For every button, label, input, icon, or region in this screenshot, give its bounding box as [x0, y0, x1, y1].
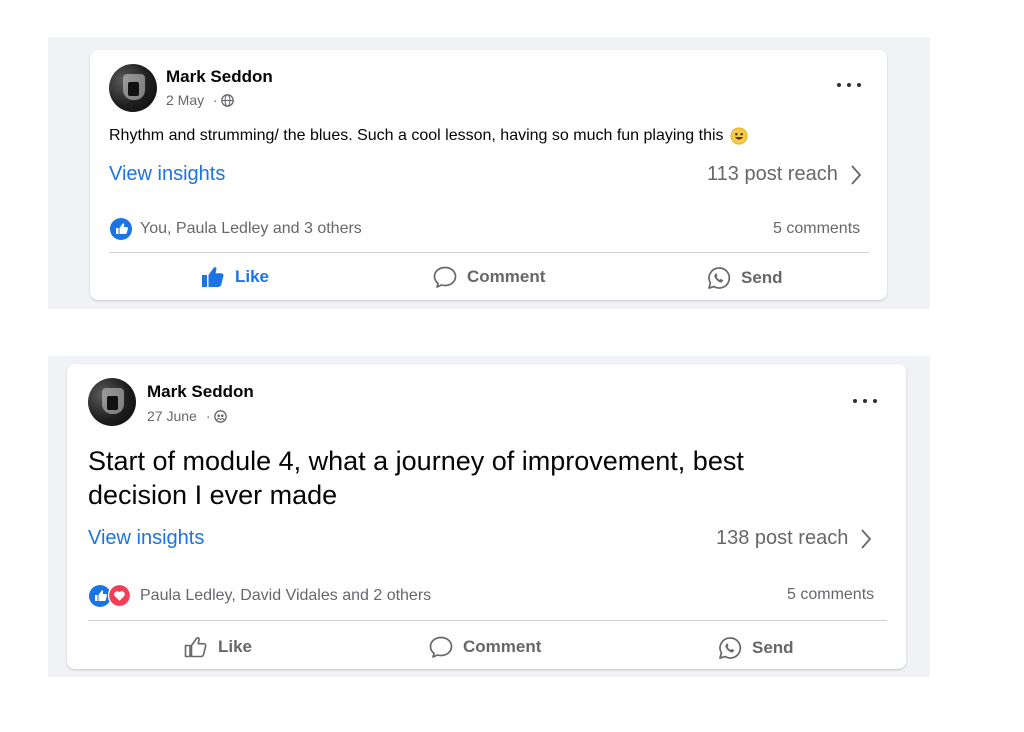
send-button[interactable]: Send — [718, 636, 794, 660]
like-label: Like — [218, 637, 253, 656]
reactions-text: You, Paula Ledley and 3 others — [140, 220, 362, 237]
like-button[interactable]: Like — [184, 636, 252, 658]
more-options-icon[interactable] — [853, 391, 877, 411]
chevron-right-icon — [861, 528, 872, 549]
post-text: Rhythm and strumming/ the blues. Such a … — [109, 127, 748, 145]
post-date[interactable]: 2 May — [166, 92, 204, 108]
meta-separator: · — [213, 92, 218, 108]
send-label: Send — [752, 638, 794, 657]
comments-count[interactable]: 5 comments — [773, 220, 860, 238]
meta-separator: · — [205, 408, 211, 424]
post-card-1: Mark Seddon 2 May · Rhythm and strumming… — [90, 50, 887, 300]
like-label: Like — [235, 267, 270, 286]
chevron-right-icon — [851, 164, 862, 185]
post-reach-text: 113 post reach — [707, 163, 838, 185]
post-reach-text: 138 post reach — [716, 527, 849, 549]
whatsapp-icon — [707, 266, 731, 290]
post-text: Start of module 4, what a journey of imp… — [88, 444, 744, 512]
post-date[interactable]: 27 June — [147, 408, 197, 424]
divider — [88, 620, 887, 621]
like-icon — [110, 218, 132, 240]
view-insights-link[interactable]: View insights — [109, 163, 225, 186]
thumbs-up-filled-icon — [201, 266, 225, 288]
whatsapp-icon — [718, 636, 742, 660]
love-icon — [108, 584, 131, 607]
friends-icon — [213, 409, 227, 423]
globe-icon — [220, 93, 234, 107]
thumbs-up-outline-icon — [184, 636, 208, 658]
post-reach[interactable]: 138 post reach — [716, 527, 872, 550]
grinning-face-emoji — [730, 127, 748, 145]
like-button[interactable]: Like — [201, 266, 269, 288]
more-options-icon[interactable] — [837, 75, 861, 95]
post-meta: 27 June · — [147, 408, 227, 424]
reaction-icons — [89, 584, 131, 607]
send-button[interactable]: Send — [707, 266, 783, 290]
post-reach[interactable]: 113 post reach — [707, 163, 862, 186]
post-body: Rhythm and strumming/ the blues. Such a … — [109, 127, 724, 144]
reactions-summary[interactable]: You, Paula Ledley and 3 others — [110, 218, 362, 240]
post-meta: 2 May · — [166, 92, 234, 108]
comment-button[interactable]: Comment — [429, 636, 541, 658]
reactions-summary[interactable]: Paula Ledley, David Vidales and 2 others — [89, 584, 431, 607]
comment-label: Comment — [467, 267, 546, 286]
comments-count[interactable]: 5 comments — [787, 586, 874, 604]
avatar[interactable] — [88, 378, 136, 426]
comment-button[interactable]: Comment — [433, 266, 545, 288]
send-label: Send — [741, 268, 783, 287]
comment-icon — [429, 636, 453, 658]
author-name[interactable]: Mark Seddon — [147, 382, 254, 402]
view-insights-link[interactable]: View insights — [88, 527, 204, 550]
post-body-line-1: Start of module 4, what a journey of imp… — [88, 446, 744, 476]
post-card-2: Mark Seddon 27 June · Start of module 4,… — [67, 364, 906, 669]
divider — [109, 252, 869, 253]
author-name[interactable]: Mark Seddon — [166, 67, 273, 87]
reactions-text: Paula Ledley, David Vidales and 2 others — [140, 586, 432, 604]
comment-icon — [433, 266, 457, 288]
comment-label: Comment — [463, 637, 542, 656]
post-body-line-2: decision I ever made — [88, 480, 338, 510]
avatar[interactable] — [109, 64, 157, 112]
